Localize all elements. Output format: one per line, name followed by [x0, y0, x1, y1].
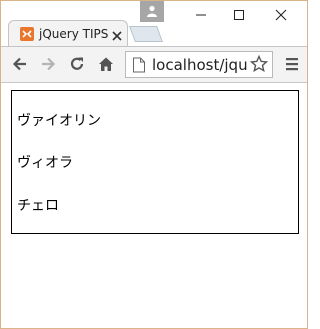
xampp-favicon-icon: [20, 27, 34, 41]
browser-window: jQuery TIPS localhost/jque ヴァイオリン ヴィオラ チ…: [0, 0, 308, 329]
arrow-right-icon: [42, 57, 56, 71]
minimize-button[interactable]: [185, 3, 217, 27]
page-content: ヴァイオリン ヴィオラ チェロ: [1, 83, 307, 328]
person-icon: [147, 5, 157, 17]
reload-button[interactable]: [68, 55, 86, 73]
tab-title: jQuery TIPS: [39, 27, 109, 41]
home-button[interactable]: [97, 55, 115, 73]
close-icon: [275, 9, 287, 21]
maximize-button[interactable]: [223, 3, 255, 27]
new-tab-button[interactable]: [129, 26, 163, 42]
reload-icon: [70, 57, 84, 70]
bookmark-button[interactable]: [248, 53, 270, 76]
page-icon: [133, 57, 145, 73]
title-bar: jQuery TIPS: [1, 1, 307, 47]
home-icon: [99, 57, 113, 71]
menu-button[interactable]: [285, 56, 299, 72]
arrow-left-icon: [12, 57, 26, 71]
browser-tab[interactable]: jQuery TIPS: [8, 20, 128, 47]
instrument-list-box: ヴァイオリン ヴィオラ チェロ: [11, 90, 299, 234]
back-button[interactable]: [11, 55, 29, 73]
profile-button[interactable]: [140, 1, 164, 22]
hamburger-menu-icon: [286, 58, 298, 71]
forward-button[interactable]: [39, 55, 57, 73]
minimize-icon: [196, 14, 206, 16]
star-icon: [250, 55, 268, 73]
close-window-button[interactable]: [265, 3, 297, 27]
url-text: localhost/jque: [152, 56, 257, 74]
list-item: チェロ: [17, 198, 59, 214]
list-item: ヴァイオリン: [17, 113, 101, 129]
address-bar[interactable]: localhost/jque: [125, 51, 273, 78]
tab-close-button[interactable]: [111, 27, 123, 41]
maximize-icon: [234, 10, 244, 20]
list-item: ヴィオラ: [17, 155, 73, 171]
browser-toolbar: localhost/jque: [1, 47, 307, 83]
close-tab-icon: [112, 31, 122, 41]
